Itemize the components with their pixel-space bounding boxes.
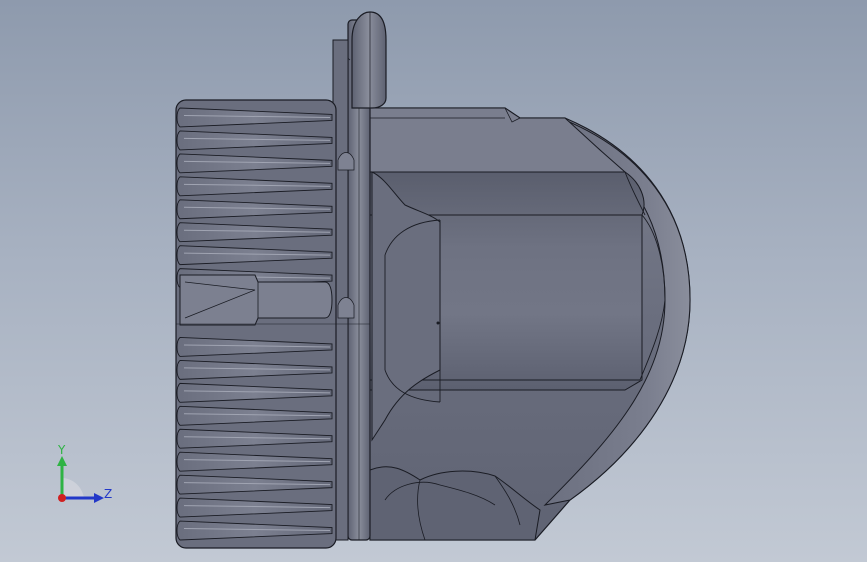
y-axis-label: Y [57, 443, 66, 457]
z-axis-label: Z [104, 487, 112, 501]
center-point [436, 321, 440, 325]
coordinate-triad: Y Z [57, 443, 112, 503]
x-axis-dot [58, 494, 66, 502]
triad-plane-icon [62, 478, 84, 498]
cad-viewport[interactable]: Y Z [0, 0, 867, 562]
y-axis-arrow [57, 456, 67, 466]
z-axis-arrow [94, 493, 104, 503]
part-model[interactable] [0, 0, 867, 562]
top-tab [351, 11, 387, 109]
knob-center-bar [179, 274, 333, 326]
